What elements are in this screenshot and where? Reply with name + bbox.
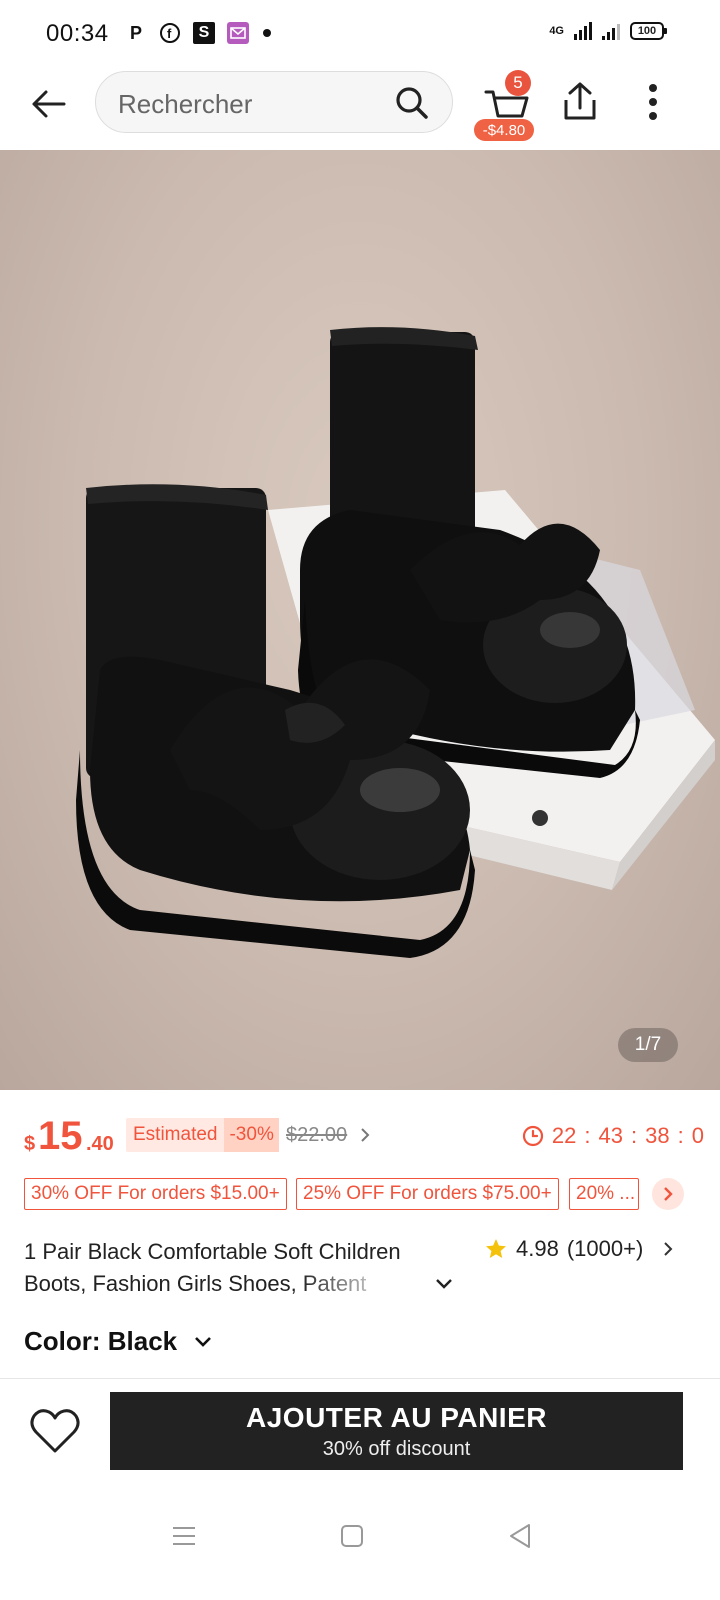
countdown-hours: 22 <box>551 1123 577 1148</box>
share-icon <box>564 82 596 120</box>
heart-icon <box>30 1409 80 1453</box>
menu-icon <box>173 1527 195 1545</box>
status-bar: 00:34 P f S 4G 100 <box>0 0 720 70</box>
triangle-back-icon <box>510 1524 530 1548</box>
color-selector[interactable]: Color: Black <box>24 1326 213 1357</box>
chevron-right-icon <box>664 1242 673 1256</box>
network-type: 4G <box>549 25 564 37</box>
search-input[interactable]: Rechercher <box>95 71 453 133</box>
signal-icon <box>574 22 592 40</box>
add-to-cart-button[interactable]: AJOUTER AU PANIER 30% off discount <box>110 1392 683 1470</box>
home-button[interactable] <box>328 1512 376 1560</box>
countdown-sep: : <box>677 1123 684 1148</box>
clock-icon <box>522 1125 544 1147</box>
svg-text:f: f <box>167 26 172 41</box>
search-placeholder: Rechercher <box>118 89 253 119</box>
price-main: 15 <box>38 1114 83 1158</box>
estimated-price-tag: Estimated -30% <box>126 1118 279 1152</box>
price-currency: $ <box>24 1133 36 1155</box>
price-cents: .40 <box>86 1133 114 1155</box>
notification-icons: P f S <box>125 22 271 44</box>
signal-2-icon <box>602 22 620 40</box>
square-icon <box>341 1525 363 1547</box>
app-header: Rechercher <box>0 70 720 150</box>
add-to-cart-sublabel: 30% off discount <box>322 1437 471 1460</box>
chevron-down-icon <box>195 1336 212 1347</box>
status-time: 00:34 <box>46 20 109 47</box>
coupon-list: 30% OFF For orders $15.00+ 25% OFF For o… <box>24 1178 720 1212</box>
coupon-chip[interactable]: 20% ... <box>569 1178 639 1210</box>
divider <box>0 1378 720 1379</box>
system-icons: 4G 100 <box>549 22 667 40</box>
more-options-button[interactable] <box>636 80 670 124</box>
share-button[interactable] <box>558 80 602 124</box>
add-to-cart-label: AJOUTER AU PANIER <box>246 1401 547 1433</box>
discount-percent: -30% <box>224 1118 279 1152</box>
rating-count: (1000+) <box>566 1236 644 1261</box>
chevron-down-icon[interactable] <box>432 1274 456 1294</box>
cart-discount-badge: -$4.80 <box>474 119 534 141</box>
countdown-minutes: 43 <box>598 1123 624 1148</box>
rating-value: 4.98 <box>516 1236 559 1261</box>
p-app-icon: P <box>129 22 142 43</box>
coupon-chip[interactable]: 30% OFF For orders $15.00+ <box>24 1178 287 1210</box>
chevron-right-icon <box>664 1187 673 1201</box>
original-price[interactable]: $22.00 <box>286 1124 347 1147</box>
product-image[interactable] <box>0 150 720 1090</box>
star-icon <box>486 1239 506 1258</box>
facebook-icon: f <box>159 22 181 44</box>
more-vertical-icon <box>649 84 657 120</box>
countdown-tenths: 0 <box>691 1123 704 1148</box>
wishlist-button[interactable] <box>28 1406 82 1456</box>
title-fade <box>300 1266 440 1300</box>
back-button[interactable] <box>26 82 70 126</box>
battery-icon: 100 <box>630 22 667 40</box>
product-rating[interactable]: 4.98 (1000+) <box>484 1236 675 1262</box>
mail-icon <box>227 22 249 44</box>
recents-button[interactable] <box>160 1512 208 1560</box>
more-notifications-dot <box>263 29 271 37</box>
price-row: $ 15 .40 Estimated -30% $22.00 22 : 43 :… <box>24 1114 704 1164</box>
sale-countdown: 22 : 43 : 38 : 0 <box>522 1123 704 1149</box>
chevron-right-icon[interactable] <box>358 1126 372 1144</box>
color-label: Color: Black <box>24 1326 178 1356</box>
image-counter: 1/7 <box>618 1028 678 1062</box>
arrow-left-icon <box>32 90 66 118</box>
cart-count-badge: 5 <box>505 70 531 96</box>
search-icon[interactable] <box>394 85 430 121</box>
boots-photo <box>76 327 715 958</box>
countdown-seconds: 38 <box>645 1123 670 1148</box>
countdown-sep: : <box>631 1123 638 1148</box>
coupon-chip[interactable]: 25% OFF For orders $75.00+ <box>296 1178 559 1210</box>
s-app-icon: S <box>193 22 215 44</box>
estimated-label: Estimated <box>133 1124 218 1145</box>
more-coupons-button[interactable] <box>652 1178 684 1210</box>
countdown-sep: : <box>584 1123 591 1148</box>
system-nav-bar <box>0 1486 720 1600</box>
back-nav-button[interactable] <box>496 1512 544 1560</box>
